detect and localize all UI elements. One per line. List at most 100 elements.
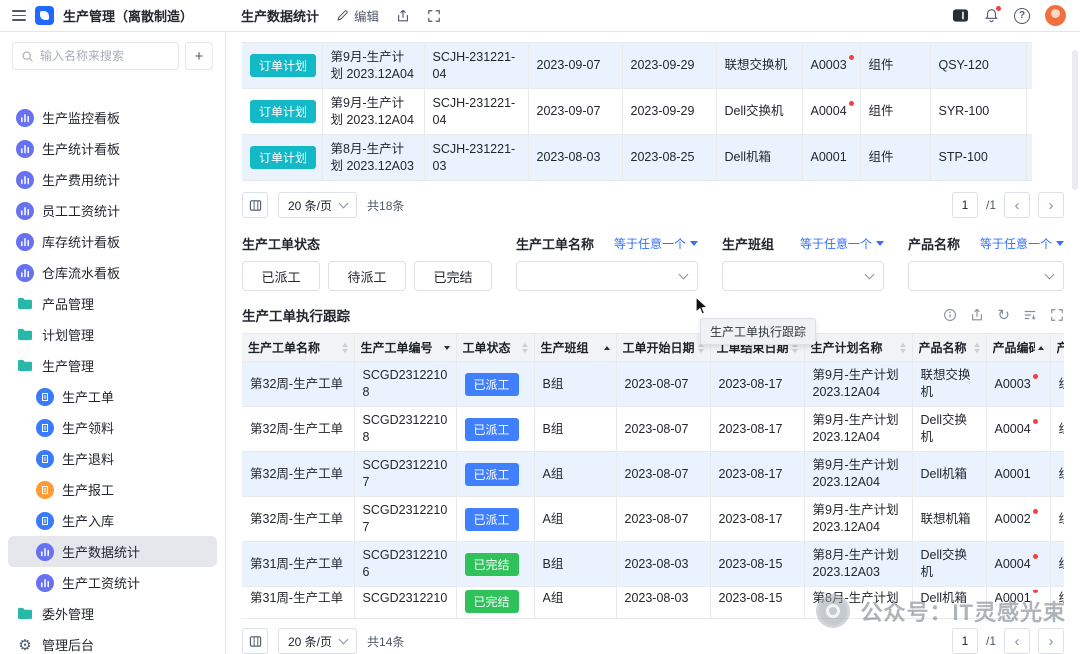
cell: 组 (1050, 452, 1064, 497)
main-content: 订单计划 第9月-生产计划 2023.12A04 SCJH-231221-04 … (226, 32, 1080, 654)
column-header[interactable]: 工单状态 (456, 334, 534, 362)
team-select[interactable] (722, 261, 884, 291)
fullscreen-icon[interactable] (427, 9, 441, 23)
sidebar-item-admin[interactable]: ⚙ 管理后台 (8, 629, 217, 654)
current-page[interactable]: 1 (952, 628, 978, 654)
sidebar-item[interactable]: 生产退料 (8, 443, 217, 474)
column-header[interactable]: 产品名称 (912, 334, 986, 362)
search-input[interactable] (40, 49, 170, 63)
scrollbar-thumb[interactable] (1072, 50, 1078, 190)
sidebar-item[interactable]: 生产工单 (8, 381, 217, 412)
filter-product-group: 产品名称 等于任意一个 (908, 233, 1064, 291)
sidebar-item[interactable]: 生产统计看板 (8, 133, 217, 164)
table-row[interactable]: 第32周-生产工单 SCGD23122108 已派工 B组 2023-08-07… (242, 362, 1064, 407)
chevron-left-icon: ‹ (1015, 198, 1020, 213)
status-chip[interactable]: 待派工 (328, 261, 406, 291)
operator-dropdown[interactable]: 等于任意一个 (800, 235, 884, 252)
sidebar-item[interactable]: 产品管理 (8, 288, 217, 319)
table-row[interactable]: 第32周-生产工单 SCGD23122108 已派工 B组 2023-08-07… (242, 407, 1064, 452)
column-header[interactable]: 产 (1050, 334, 1064, 362)
status-chip[interactable]: 已完结 (414, 261, 492, 291)
help-icon[interactable]: ? (1014, 8, 1030, 24)
notification-bell-icon[interactable] (984, 8, 999, 23)
sidebar-item[interactable]: 员工工资统计 (8, 195, 217, 226)
menu-icon[interactable] (12, 10, 26, 21)
page-size-select[interactable]: 20 条/页 (278, 192, 357, 218)
add-button[interactable]: + (185, 42, 213, 70)
table-row[interactable]: 订单计划 第8月-生产计划 2023.12A03 SCJH-231221-03 … (242, 135, 1032, 181)
status-chip[interactable]: 已派工 (242, 261, 320, 291)
cell: 第9月-生产计划 2023.12A04 (804, 362, 912, 407)
cell: 已完结 (456, 587, 534, 619)
sidebar-item[interactable]: 生产监控看板 (8, 102, 217, 133)
cell: 2023-08-07 (616, 407, 710, 452)
comment-dot-cell: A0004 (811, 103, 847, 120)
fullscreen-icon[interactable] (1050, 308, 1064, 322)
table-row[interactable]: 第32周-生产工单 SCGD23122107 已派工 A组 2023-08-07… (242, 452, 1064, 497)
sidebar-item[interactable]: 委外管理 (8, 598, 217, 629)
panel-toggle-icon[interactable] (952, 7, 969, 24)
operator-dropdown[interactable]: 等于任意一个 (614, 235, 698, 252)
column-config-button[interactable] (242, 192, 268, 218)
next-page-button[interactable]: › (1038, 192, 1064, 218)
search-icon (21, 50, 34, 63)
workorder-name-select[interactable] (516, 261, 698, 291)
share-icon[interactable] (396, 9, 410, 23)
caret-down-icon (1056, 241, 1064, 250)
app-logo-icon (35, 6, 54, 25)
chevron-right-icon: › (1049, 634, 1054, 649)
column-header[interactable]: 生产工单编号 (354, 334, 456, 362)
sidebar-item[interactable]: 生产管理 (8, 350, 217, 381)
table-row[interactable]: 第31周-生产工单 SCGD23122105 已完结 A组 2023-08-03… (242, 587, 1064, 619)
plan-table: 订单计划 第9月-生产计划 2023.12A04 SCJH-231221-04 … (242, 42, 1032, 181)
document-icon (36, 450, 54, 468)
cell: 2023-08-07 (616, 452, 710, 497)
column-header[interactable]: 生产班组 (534, 334, 616, 362)
sort-settings-icon[interactable] (1023, 308, 1037, 322)
current-page[interactable]: 1 (952, 192, 978, 218)
cell: 2023-08-15 (710, 542, 804, 587)
table-row[interactable]: 订单计划 第9月-生产计划 2023.12A04 SCJH-231221-04 … (242, 89, 1032, 135)
column-header[interactable]: 生产计划名称 (804, 334, 912, 362)
column-header[interactable]: 工单开始日期 (616, 334, 710, 362)
sidebar-item[interactable]: 仓库流水看板 (8, 257, 217, 288)
table-row[interactable]: 订单计划 第9月-生产计划 2023.12A04 SCJH-231221-04 … (242, 43, 1032, 89)
column-config-button[interactable] (242, 628, 268, 654)
pencil-icon (336, 9, 349, 22)
search-box[interactable] (12, 42, 179, 70)
cell: Dell交换机 (912, 407, 986, 452)
sidebar-item[interactable]: 生产入库 (8, 505, 217, 536)
page-size-select[interactable]: 20 条/页 (278, 628, 357, 654)
filter-label: 生产班组 (722, 234, 774, 253)
info-icon[interactable] (943, 308, 957, 322)
export-icon[interactable] (970, 308, 984, 322)
next-page-button[interactable]: › (1038, 628, 1064, 654)
cell: A0004 (986, 542, 1050, 587)
refresh-icon[interactable]: ↻ (997, 308, 1010, 323)
sidebar-item[interactable]: 库存统计看板 (8, 226, 217, 257)
product-select[interactable] (908, 261, 1064, 291)
cell: 已派工 (456, 362, 534, 407)
cell: 组 (1050, 587, 1064, 619)
page-title: 生产数据统计 (241, 6, 319, 25)
folder-icon (16, 358, 34, 373)
cell: 第8月-生产计划 2023.12A03 (804, 542, 912, 587)
sidebar-item[interactable]: 生产报工 (8, 474, 217, 505)
user-avatar[interactable] (1045, 5, 1066, 26)
operator-dropdown[interactable]: 等于任意一个 (980, 235, 1064, 252)
table-row[interactable]: 第32周-生产工单 SCGD23122107 已派工 A组 2023-08-07… (242, 497, 1064, 542)
comment-dot-cell: A0004 (995, 421, 1031, 438)
status-badge: 已派工 (465, 463, 519, 486)
table-row[interactable]: 第31周-生产工单 SCGD23122106 已完结 B组 2023-08-03… (242, 542, 1064, 587)
edit-button[interactable]: 编辑 (336, 6, 379, 25)
sidebar-item-active[interactable]: 生产数据统计 (8, 536, 217, 567)
sidebar-item[interactable]: 生产领料 (8, 412, 217, 443)
sidebar-item[interactable]: 计划管理 (8, 319, 217, 350)
prev-page-button[interactable]: ‹ (1004, 628, 1030, 654)
prev-page-button[interactable]: ‹ (1004, 192, 1030, 218)
column-header[interactable]: 生产工单名称 (242, 334, 354, 362)
sidebar-item[interactable]: 生产工资统计 (8, 567, 217, 598)
column-header[interactable]: 产品编码 (986, 334, 1050, 362)
sidebar-item[interactable]: 生产费用统计 (8, 164, 217, 195)
cell (1026, 89, 1032, 135)
